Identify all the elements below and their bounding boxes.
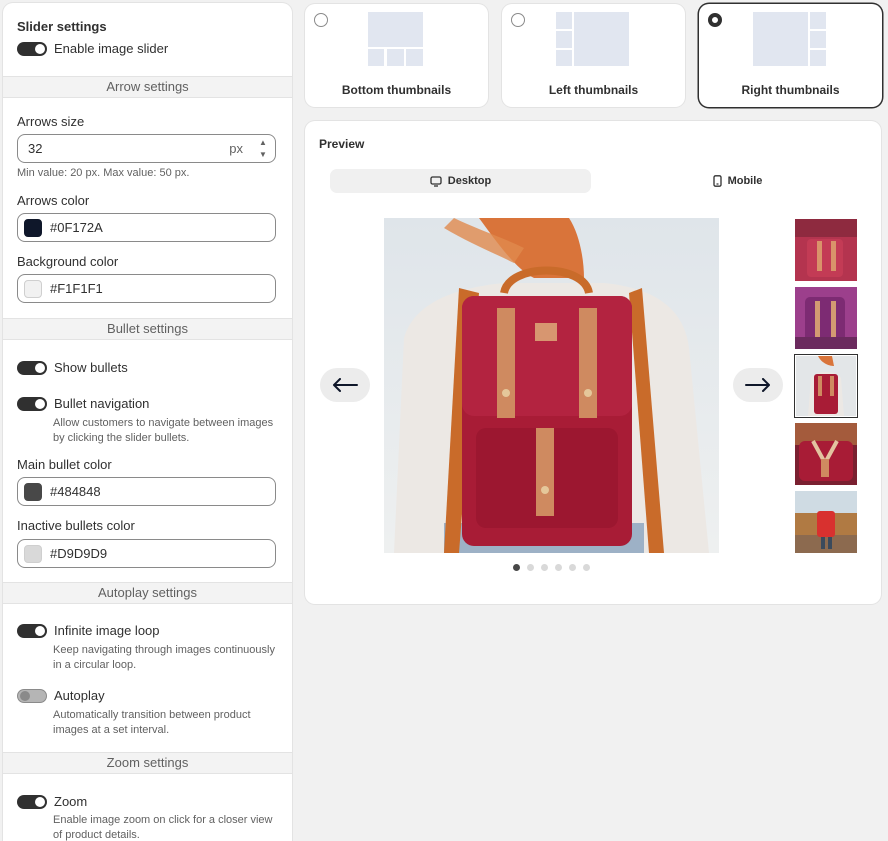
zoom-toggle[interactable] [17, 794, 47, 809]
main-product-image[interactable] [384, 218, 719, 553]
arrows-size-help: Min value: 20 px. Max value: 50 px. [17, 167, 190, 179]
layout-left-label: Left thumbnails [548, 83, 639, 97]
main-bullet-input[interactable]: #484848 [17, 477, 276, 506]
zoom-settings-header: Zoom settings [3, 752, 292, 774]
infinite-loop-label: Infinite image loop [54, 623, 160, 638]
layout-bottom-radio[interactable] [314, 13, 328, 27]
prev-arrow-button[interactable] [320, 368, 370, 402]
main-bullet-label: Main bullet color [17, 457, 112, 472]
tab-mobile[interactable]: Mobile [607, 169, 868, 193]
autoplay-settings-header: Autoplay settings [3, 582, 292, 604]
bullet-4[interactable] [555, 564, 562, 571]
thumbnail-5[interactable] [795, 491, 857, 553]
bullet-6[interactable] [583, 564, 590, 571]
inactive-bullets-input[interactable]: #D9D9D9 [17, 539, 276, 568]
autoplay-toggle[interactable] [17, 688, 47, 703]
thumbnail-4[interactable] [795, 423, 857, 485]
layout-bottom-label: Bottom thumbnails [341, 83, 452, 97]
step-up-icon[interactable]: ▲ [259, 137, 267, 148]
bullet-2[interactable] [527, 564, 534, 571]
layout-left-thumbnails[interactable]: Left thumbnails [502, 4, 685, 107]
arrows-color-swatch[interactable] [24, 218, 42, 237]
autoplay-help: Automatically transition between product… [53, 709, 251, 736]
arrow-settings-header: Arrow settings [3, 76, 292, 98]
infinite-loop-row[interactable]: Infinite image loop [17, 623, 160, 638]
arrows-color-label: Arrows color [17, 193, 90, 208]
tab-desktop[interactable]: Desktop [330, 169, 591, 193]
settings-sidebar: Slider settings Enable image slider Arro… [3, 3, 292, 841]
bullet-navigation-toggle[interactable] [17, 396, 47, 411]
zoom-help: Enable image zoom on click for a closer … [53, 814, 273, 841]
bullet-1[interactable] [513, 564, 520, 571]
inactive-bullets-swatch[interactable] [24, 544, 42, 563]
mobile-icon [712, 175, 722, 187]
arrows-size-input[interactable]: 32 px ▲ ▼ [17, 134, 276, 163]
autoplay-row[interactable]: Autoplay [17, 688, 105, 703]
arrows-size-value[interactable]: 32 [28, 141, 42, 156]
infinite-loop-toggle[interactable] [17, 623, 47, 638]
thumbnail-2[interactable] [795, 287, 857, 349]
arrows-size-unit: px [229, 141, 243, 156]
zoom-row[interactable]: Zoom [17, 794, 87, 809]
layout-left-radio[interactable] [511, 13, 525, 27]
desktop-icon [430, 175, 442, 187]
preview-title: Preview [319, 137, 365, 151]
thumbnail-1[interactable] [795, 219, 857, 281]
inactive-bullets-value[interactable]: #D9D9D9 [50, 546, 107, 561]
main-bullet-value[interactable]: #484848 [50, 484, 101, 499]
background-color-input[interactable]: #F1F1F1 [17, 274, 276, 303]
arrows-size-stepper[interactable]: ▲ ▼ [255, 137, 271, 160]
background-color-label: Background color [17, 254, 119, 269]
inactive-bullets-label: Inactive bullets color [17, 518, 135, 533]
autoplay-label: Autoplay [54, 688, 105, 703]
bullet-3[interactable] [541, 564, 548, 571]
main-bullet-swatch[interactable] [24, 482, 42, 501]
thumbnail-3-selected[interactable] [794, 354, 858, 418]
backpack-image [384, 218, 719, 553]
step-down-icon[interactable]: ▼ [259, 149, 267, 160]
arrow-right-icon [745, 378, 770, 392]
background-color-value[interactable]: #F1F1F1 [50, 281, 103, 296]
arrows-color-value[interactable]: #0F172A [50, 220, 103, 235]
show-bullets-label: Show bullets [54, 360, 128, 375]
layout-right-label: Right thumbnails [741, 83, 840, 97]
arrow-left-icon [333, 378, 358, 392]
enable-slider-toggle[interactable] [17, 41, 47, 56]
tab-mobile-label: Mobile [727, 175, 763, 187]
layout-right-thumbnails[interactable]: Right thumbnails [699, 4, 882, 107]
infinite-loop-help: Keep navigating through images continuou… [53, 644, 275, 671]
bullet-navigation-row[interactable]: Bullet navigation [17, 396, 149, 411]
arrows-size-label: Arrows size [17, 114, 85, 129]
bullet-5[interactable] [569, 564, 576, 571]
enable-slider-label: Enable image slider [54, 41, 169, 56]
zoom-label: Zoom [54, 794, 88, 809]
bullet-settings-header: Bullet settings [3, 318, 292, 340]
show-bullets-toggle[interactable] [17, 360, 47, 375]
show-bullets-row[interactable]: Show bullets [17, 360, 128, 375]
enable-slider-row[interactable]: Enable image slider [17, 41, 168, 56]
preview-panel: Preview Desktop Mobile [305, 121, 881, 604]
bullet-navigation-label: Bullet navigation [54, 396, 150, 411]
bullet-navigation-help: Allow customers to navigate between imag… [53, 417, 274, 444]
tab-desktop-label: Desktop [447, 175, 492, 187]
arrows-color-input[interactable]: #0F172A [17, 213, 276, 242]
next-arrow-button[interactable] [733, 368, 783, 402]
slider-bullets [513, 564, 590, 571]
background-color-swatch[interactable] [24, 279, 42, 298]
layout-bottom-thumbnails[interactable]: Bottom thumbnails [305, 4, 488, 107]
layout-right-radio[interactable] [708, 13, 722, 27]
slider-settings-title: Slider settings [17, 19, 107, 34]
